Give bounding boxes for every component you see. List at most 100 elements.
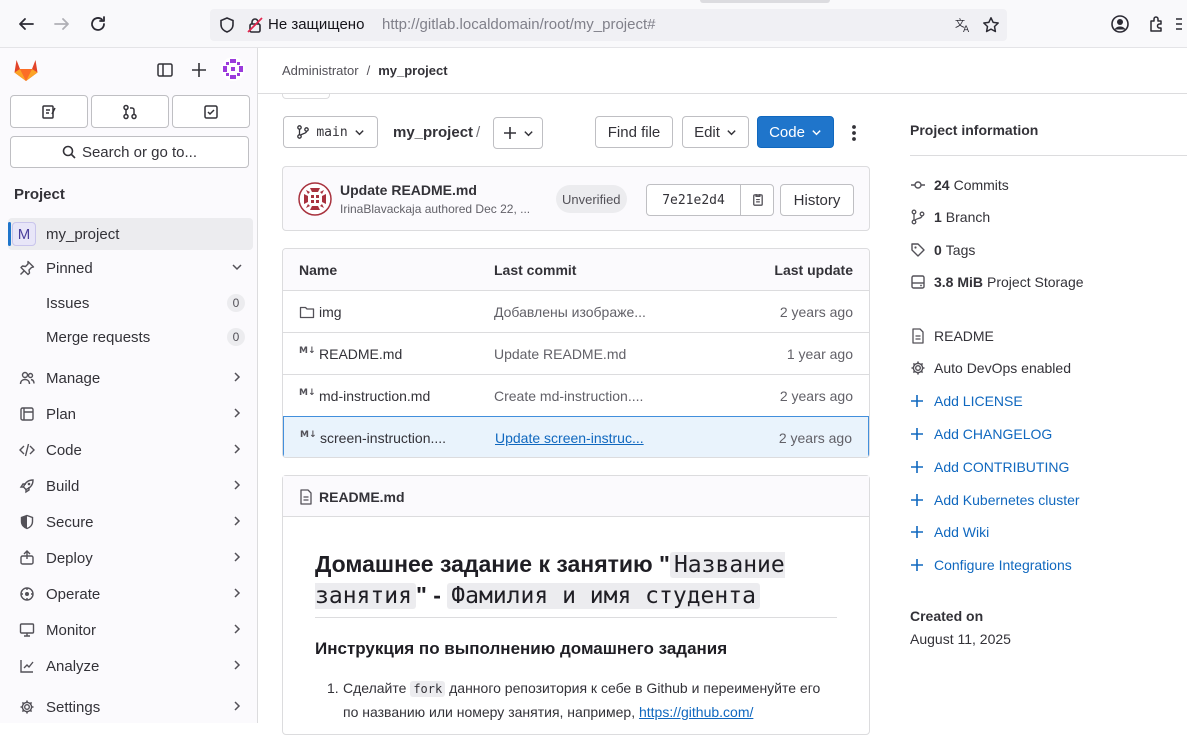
column-header-last-commit: Last commit	[494, 262, 577, 278]
commit-icon	[910, 177, 934, 193]
markdown-icon: M↓	[299, 346, 316, 356]
assigned-issues-button[interactable]	[10, 95, 88, 128]
project-avatar: M	[12, 222, 36, 246]
history-button[interactable]: History	[780, 184, 854, 216]
link-label: Add LICENSE	[934, 393, 1023, 409]
file-name-link[interactable]: screen-instruction....	[320, 430, 446, 446]
file-name-link[interactable]: md-instruction.md	[319, 388, 430, 404]
merge-request-icon	[122, 104, 138, 120]
last-commit-panel: Update README.md IrinaBlavackaja authore…	[282, 166, 870, 231]
sidebar-item-monitor[interactable]: Monitor	[8, 614, 253, 646]
table-row[interactable]: M↓ md-instruction.md Create md-instructi…	[283, 374, 869, 416]
file-name-link[interactable]: README.md	[319, 346, 402, 362]
sidebar-item-analyze[interactable]: Analyze	[8, 650, 253, 682]
sidebar-item-secure[interactable]: Secure	[8, 506, 253, 538]
branches-stat[interactable]: 1 Branch	[910, 206, 990, 228]
commits-stat[interactable]: 24 Commits	[910, 174, 1009, 196]
commit-sha[interactable]: 7e21e2d4	[647, 185, 741, 215]
add-contributing-link[interactable]: Add CONTRIBUTING	[910, 456, 1069, 478]
copy-icon[interactable]	[741, 185, 773, 215]
collapsed-element	[282, 94, 330, 99]
heading-text: " -	[415, 582, 448, 608]
reload-icon[interactable]	[86, 12, 110, 36]
add-changelog-link[interactable]: Add CHANGELOG	[910, 423, 1052, 445]
todo-list-button[interactable]	[172, 95, 250, 128]
add-to-tree-button[interactable]	[493, 117, 543, 149]
insecure-lock-icon[interactable]	[246, 16, 264, 34]
commit-title-link[interactable]: Update README.md	[340, 182, 477, 198]
unverified-badge[interactable]: Unverified	[556, 185, 627, 213]
sidebar-item-settings[interactable]: Settings	[8, 691, 253, 723]
tags-stat[interactable]: 0 Tags	[910, 239, 975, 261]
divider	[258, 93, 1187, 94]
url-path: /root/my_project#	[539, 16, 656, 33]
table-row-selected[interactable]: M↓ screen-instruction.... Update screen-…	[283, 416, 869, 457]
translate-icon[interactable]: 文A	[954, 16, 972, 34]
code-dropdown-button[interactable]: Code	[757, 116, 834, 148]
auto-devops-link[interactable]: Auto DevOps enabled	[910, 357, 1071, 379]
readme-link[interactable]: README	[910, 325, 994, 347]
author-avatar[interactable]	[298, 182, 332, 216]
repo-name-link[interactable]: my_project	[393, 124, 473, 141]
plus-icon	[910, 558, 934, 572]
storage-stat[interactable]: 3.8 MiB Project Storage	[910, 271, 1084, 293]
commit-message-link[interactable]: Update README.md	[494, 346, 626, 362]
sidebar-item-project[interactable]: M my_project	[8, 218, 253, 250]
add-wiki-link[interactable]: Add Wiki	[910, 521, 989, 543]
commit-message-link[interactable]: Create md-instruction....	[494, 388, 643, 404]
commit-message-link[interactable]: Update screen-instruc...	[495, 430, 644, 446]
extensions-icon[interactable]	[1145, 12, 1169, 36]
gitlab-logo-icon[interactable]	[12, 56, 40, 84]
project-info-panel: Project information 24 Commits 1 Branch 0T…	[910, 122, 1187, 647]
chevron-right-icon	[231, 371, 243, 383]
url-bar[interactable]: Не защищено http://gitlab.localdomain/ro…	[210, 9, 1007, 41]
search-button[interactable]: Search or go to...	[10, 136, 249, 168]
url-host: http://gitlab.localdomain	[382, 16, 540, 33]
chevron-right-icon	[231, 623, 243, 635]
branch-selector[interactable]: main	[283, 116, 378, 148]
sidebar-item-label: Analyze	[46, 657, 100, 675]
breadcrumb-parent[interactable]: Administrator	[282, 63, 359, 78]
bookmark-star-icon[interactable]	[982, 16, 1000, 34]
sidebar-item-code[interactable]: Code	[8, 434, 253, 466]
file-name-link[interactable]: img	[319, 304, 342, 320]
sidebar-item-issues[interactable]: Issues 0	[8, 287, 253, 319]
github-link[interactable]: https://github.com/	[639, 704, 753, 720]
new-item-plus-icon[interactable]	[191, 62, 207, 78]
sidebar-item-merge-requests[interactable]: Merge requests 0	[8, 321, 253, 353]
breadcrumb-current[interactable]: my_project	[378, 63, 447, 78]
readme-file-link[interactable]: README.md	[319, 489, 405, 505]
tab-edge	[700, 0, 830, 3]
table-row[interactable]: img Добавлены изображе... 2 years ago	[283, 290, 869, 332]
sidebar-item-plan[interactable]: Plan	[8, 398, 253, 430]
commit-message-link[interactable]: Добавлены изображе...	[494, 304, 646, 320]
user-avatar-icon[interactable]	[221, 57, 245, 81]
edit-dropdown-button[interactable]: Edit	[682, 116, 749, 148]
add-kubernetes-link[interactable]: Add Kubernetes cluster	[910, 489, 1080, 511]
sidebar-item-build[interactable]: Build	[8, 470, 253, 502]
sidebar-item-pinned[interactable]: Pinned	[8, 252, 253, 284]
configure-integrations-link[interactable]: Configure Integrations	[910, 554, 1072, 576]
menu-icon[interactable]	[1172, 12, 1186, 36]
sidebar-item-deploy[interactable]: Deploy	[8, 542, 253, 574]
account-icon[interactable]	[1108, 12, 1132, 36]
sidebar-item-operate[interactable]: Operate	[8, 578, 253, 610]
collapse-sidebar-icon[interactable]	[157, 62, 173, 78]
list-item: Сделайте fork данного репозитория к себе…	[343, 677, 833, 724]
stat-label: Commits	[953, 177, 1009, 193]
table-header: Name Last commit Last update	[283, 249, 869, 290]
find-file-button[interactable]: Find file	[595, 116, 673, 148]
sidebar-item-label: Monitor	[46, 621, 97, 639]
more-actions-icon[interactable]	[846, 124, 862, 142]
gear-icon	[8, 699, 46, 715]
shield-icon[interactable]	[218, 16, 236, 34]
merge-requests-button[interactable]	[91, 95, 169, 128]
add-license-link[interactable]: Add LICENSE	[910, 390, 1023, 412]
code-icon	[8, 442, 46, 458]
chevron-down-icon	[231, 261, 243, 273]
forward-icon[interactable]	[50, 12, 74, 36]
sidebar-item-manage[interactable]: Manage	[8, 362, 253, 394]
table-row[interactable]: M↓ README.md Update README.md 1 year ago	[283, 332, 869, 374]
back-icon[interactable]	[14, 12, 38, 36]
chart-icon	[8, 658, 46, 674]
